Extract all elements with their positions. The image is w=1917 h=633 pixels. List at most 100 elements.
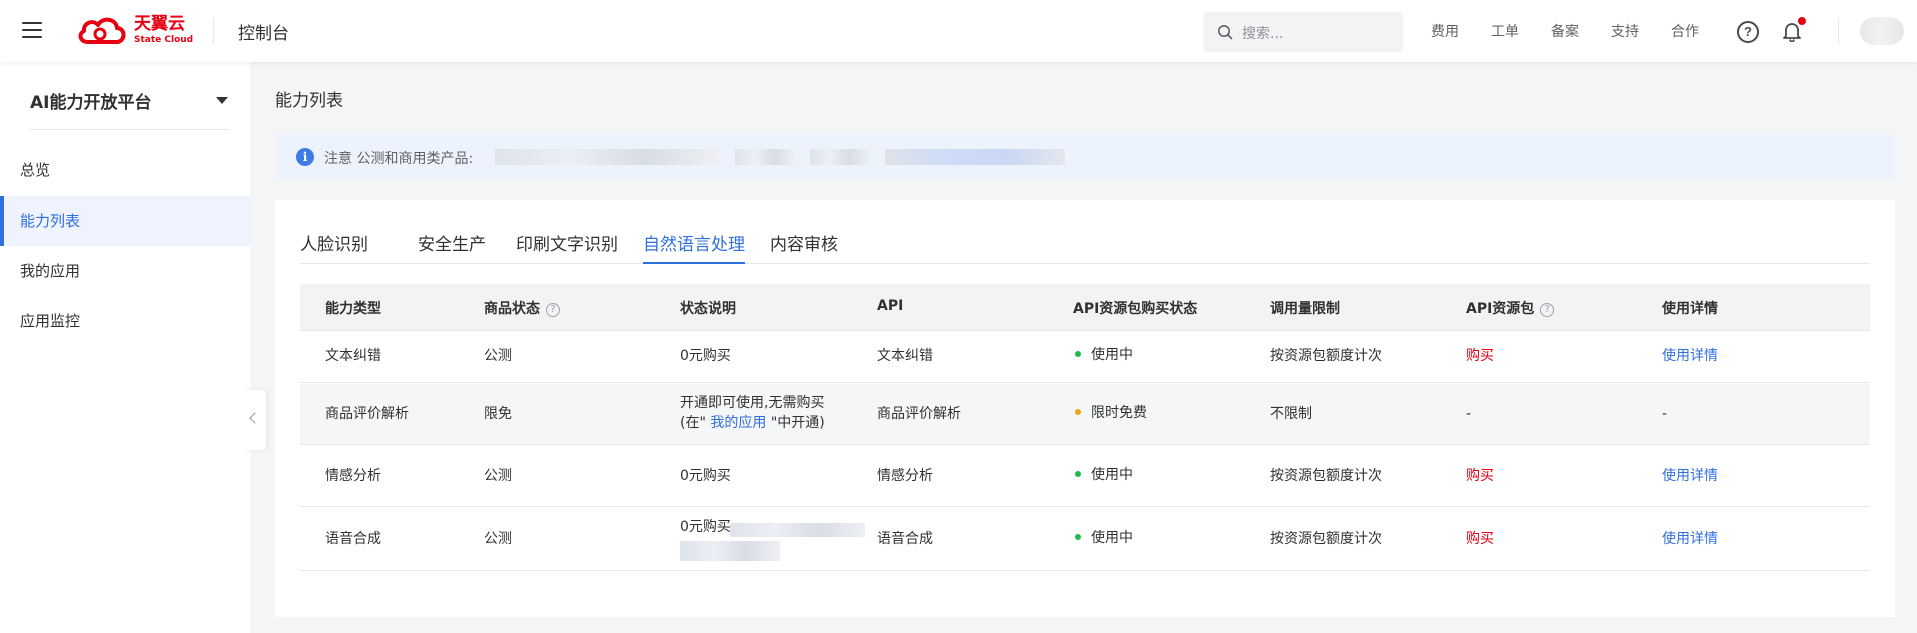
notice-text: 注意 公测和商用类产品: [324, 151, 474, 167]
search-placeholder: 搜索... [1242, 26, 1284, 42]
buy-link[interactable]: 购买 [1466, 346, 1494, 366]
cell-purchase-status: 使用中 [1075, 528, 1133, 548]
column-header: 使用详情 [1662, 301, 1718, 317]
desc-line: 开通即可使用,无需购买 [680, 395, 825, 411]
table-row: 语音合成 公测 0元购买 语音合成 使用中 按资源包额度计次 购买 使用详情 [300, 508, 1870, 571]
notice-banner: i 注意 公测和商用类产品: [275, 135, 1895, 179]
tab-safety-production[interactable]: 安全生产 [418, 230, 486, 264]
cell-limit: 按资源包额度计次 [1270, 531, 1382, 547]
column-header: 状态说明 [680, 301, 736, 317]
purchase-status-label: 使用中 [1091, 347, 1133, 363]
usage-detail-link[interactable]: 使用详情 [1662, 466, 1718, 486]
cell-status: 公测 [484, 531, 512, 547]
avatar[interactable] [1860, 17, 1904, 45]
usage-detail-link[interactable]: 使用详情 [1662, 346, 1718, 366]
menu-icon[interactable] [22, 22, 42, 40]
sidebar-item-app-monitor[interactable]: 应用监控 [0, 296, 250, 346]
chevron-left-icon [249, 412, 261, 424]
table-header: 能力类型 商品状态? 状态说明 API API资源包购买状态 调用量限制 API… [300, 284, 1870, 331]
status-dot [1075, 471, 1081, 477]
redacted-text [495, 149, 720, 165]
sidebar: AI能力开放平台 总览 能力列表 我的应用 应用监控 [0, 62, 250, 633]
status-dot [1075, 409, 1081, 415]
tab-content-review[interactable]: 内容审核 [770, 230, 838, 264]
redacted-text [680, 541, 780, 561]
status-dot [1075, 534, 1081, 540]
sidebar-collapse-button[interactable] [242, 390, 266, 450]
redacted-text [735, 149, 795, 165]
brand-name: 天翼云 [134, 14, 185, 34]
cell-type: 文本纠错 [325, 348, 381, 364]
redacted-text [730, 523, 865, 537]
table-row: 情感分析 公测 0元购买 情感分析 使用中 按资源包额度计次 购买 使用详情 [300, 446, 1870, 507]
cell-desc: 0元购买 [680, 468, 731, 484]
cell-limit: 按资源包额度计次 [1270, 468, 1382, 484]
column-header: 商品状态? [484, 298, 560, 318]
nav-fees[interactable]: 费用 [1431, 21, 1459, 41]
cloud-logo-icon [78, 17, 126, 44]
tab-ocr[interactable]: 印刷文字识别 [516, 230, 618, 264]
desc-prefix: (在" [680, 415, 706, 431]
info-icon: i [296, 148, 314, 166]
search-icon [1218, 25, 1233, 40]
cell-type: 语音合成 [325, 531, 381, 547]
purchase-status-label: 使用中 [1091, 467, 1133, 483]
cell-desc: 0元购买 [680, 519, 731, 535]
capability-card: 人脸识别 安全生产 印刷文字识别 自然语言处理 内容审核 能力类型 商品状态? … [275, 200, 1895, 617]
console-title[interactable]: 控制台 [238, 19, 289, 44]
divider [1838, 18, 1839, 44]
table-row: 商品评价解析 限免 开通即可使用,无需购买 (在" 我的应用 "中开通) 商品评… [300, 384, 1870, 445]
category-tabs: 人脸识别 安全生产 印刷文字识别 自然语言处理 内容审核 [300, 230, 1870, 264]
cell-purchase-status: 限时免费 [1075, 403, 1147, 423]
sidebar-item-overview[interactable]: 总览 [0, 145, 250, 195]
status-dot [1075, 351, 1081, 357]
sidebar-item-my-apps[interactable]: 我的应用 [0, 246, 250, 296]
notification-dot [1798, 17, 1806, 25]
desc-suffix: "中开通) [770, 415, 825, 431]
column-header-label: API资源包 [1466, 301, 1535, 317]
nav-filing[interactable]: 备案 [1551, 21, 1579, 41]
redacted-text [810, 149, 870, 165]
platform-name[interactable]: AI能力开放平台 [30, 88, 151, 113]
cell-desc: 0元购买 [680, 348, 731, 364]
cell-detail: - [1662, 406, 1668, 422]
column-header: 能力类型 [325, 301, 381, 317]
my-apps-link[interactable]: 我的应用 [710, 415, 766, 431]
tab-face-recognition[interactable]: 人脸识别 [300, 230, 368, 264]
caret-down-icon[interactable] [216, 97, 228, 104]
cell-api: 商品评价解析 [877, 406, 961, 422]
table-row: 文本纠错 公测 0元购买 文本纠错 使用中 按资源包额度计次 购买 使用详情 [300, 331, 1870, 383]
usage-detail-link[interactable]: 使用详情 [1662, 529, 1718, 549]
page-title: 能力列表 [275, 91, 343, 111]
redacted-text [885, 149, 1065, 165]
purchase-status-label: 使用中 [1091, 530, 1133, 546]
cell-status: 公测 [484, 348, 512, 364]
cell-api: 情感分析 [877, 468, 933, 484]
nav-support[interactable]: 支持 [1611, 21, 1639, 41]
nav-partner[interactable]: 合作 [1671, 21, 1699, 41]
nav-tickets[interactable]: 工单 [1491, 21, 1519, 41]
question-icon[interactable]: ? [546, 303, 560, 317]
cell-status: 公测 [484, 468, 512, 484]
tab-nlp[interactable]: 自然语言处理 [643, 230, 745, 264]
column-header-label: 商品状态 [484, 301, 540, 317]
column-header: API [877, 298, 904, 314]
buy-link[interactable]: 购买 [1466, 529, 1494, 549]
sidebar-item-capability-list[interactable]: 能力列表 [0, 196, 250, 246]
brand-logo[interactable]: 天翼云 State Cloud [76, 14, 196, 48]
divider [30, 129, 230, 130]
column-header: API资源包购买状态 [1073, 301, 1198, 317]
buy-link[interactable]: 购买 [1466, 466, 1494, 486]
cell-desc: 开通即可使用,无需购买 (在" 我的应用 "中开通) [680, 393, 825, 433]
cell-api: 文本纠错 [877, 348, 933, 364]
help-icon[interactable]: ? [1737, 21, 1759, 43]
search-input[interactable]: 搜索... [1203, 12, 1403, 52]
cell-type: 情感分析 [325, 468, 381, 484]
cell-limit: 不限制 [1270, 406, 1312, 422]
cell-status: 限免 [484, 406, 512, 422]
question-icon[interactable]: ? [1540, 303, 1555, 317]
purchase-status-label: 限时免费 [1091, 405, 1147, 421]
divider [213, 18, 214, 44]
cell-api: 语音合成 [877, 531, 933, 547]
column-header: 调用量限制 [1270, 301, 1340, 317]
